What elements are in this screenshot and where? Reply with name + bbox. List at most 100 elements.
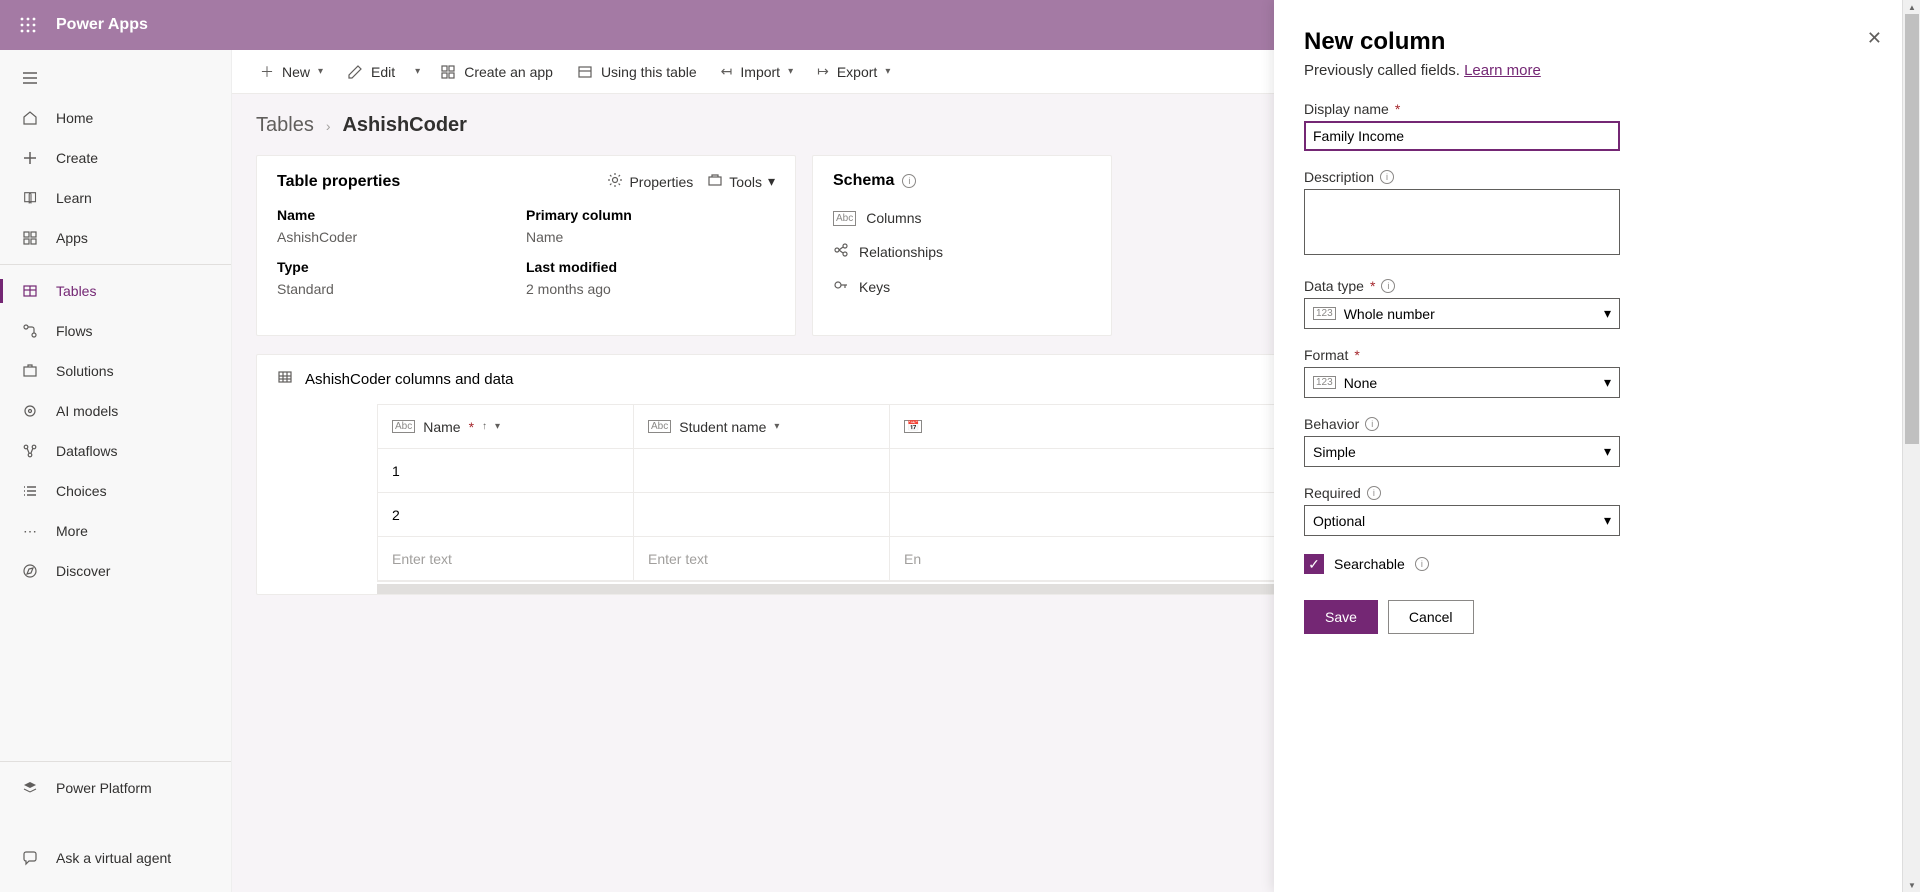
dataflow-icon [20, 443, 40, 459]
required-select[interactable]: Optional▾ [1304, 505, 1620, 536]
sidebar-item-home[interactable]: Home [0, 98, 231, 138]
chevron-down-icon: ▾ [768, 173, 775, 190]
sidebar-item-choices[interactable]: Choices [0, 471, 231, 511]
properties-link[interactable]: Properties [607, 172, 693, 191]
sidebar-item-tables[interactable]: Tables [0, 271, 231, 311]
abc-icon: Abc [392, 420, 415, 433]
table-cell-new[interactable]: Enter text [378, 537, 634, 581]
info-icon[interactable]: i [1415, 557, 1429, 571]
table-cell[interactable]: 2 [378, 493, 634, 537]
cmd-new[interactable]: ＋New▾ [250, 56, 333, 88]
behavior-select[interactable]: Simple▾ [1304, 436, 1620, 467]
cmd-import[interactable]: ↤Import▾ [711, 57, 803, 86]
cancel-button[interactable]: Cancel [1388, 600, 1474, 634]
sidebar-item-create[interactable]: Create [0, 138, 231, 178]
card-title: AshishCoder columns and data [305, 371, 513, 388]
info-icon[interactable]: i [1367, 486, 1381, 500]
description-input[interactable] [1304, 189, 1620, 255]
chevron-down-icon: ▾ [774, 421, 779, 432]
breadcrumb-root[interactable]: Tables [256, 114, 314, 137]
platform-icon [20, 780, 40, 796]
description-label: Descriptioni [1304, 169, 1620, 185]
schema-columns[interactable]: AbcColumns [833, 202, 1091, 234]
primary-column-value: Name [526, 229, 775, 245]
app-launcher-icon[interactable] [10, 7, 46, 43]
display-name-input[interactable] [1304, 121, 1620, 151]
schema-keys[interactable]: Keys [833, 269, 1091, 304]
panel-subtitle: Previously called fields. Learn more [1304, 62, 1872, 79]
plus-icon: ＋ [260, 62, 274, 82]
table-cell[interactable] [634, 449, 890, 493]
scrollbar-thumb[interactable] [1905, 14, 1919, 444]
sidebar-item-ask-agent[interactable]: Ask a virtual agent [0, 838, 231, 878]
sidebar-item-discover[interactable]: Discover [0, 551, 231, 591]
relationship-icon [833, 242, 849, 261]
display-name-label: Display name* [1304, 101, 1620, 117]
column-header-student-name[interactable]: AbcStudent name▾ [634, 405, 890, 449]
cmd-using-table[interactable]: Using this table [567, 58, 707, 86]
grid-icon [440, 64, 456, 80]
sidebar-item-ai-models[interactable]: AI models [0, 391, 231, 431]
sidebar-item-learn[interactable]: Learn [0, 178, 231, 218]
cmd-edit[interactable]: Edit [337, 58, 405, 86]
chevron-down-icon: ▾ [495, 421, 500, 432]
info-icon[interactable]: i [902, 174, 916, 188]
info-icon[interactable]: i [1381, 279, 1395, 293]
scroll-down-icon[interactable]: ▼ [1903, 878, 1920, 892]
abc-icon: Abc [648, 420, 671, 433]
sidebar-hamburger[interactable] [0, 58, 231, 98]
last-modified-label: Last modified [526, 259, 775, 275]
export-icon: ↦ [817, 63, 829, 80]
chevron-down-icon[interactable]: ▾ [409, 60, 426, 83]
sidebar-item-flows[interactable]: Flows [0, 311, 231, 351]
table-cell-new[interactable]: Enter text [634, 537, 890, 581]
breadcrumb-current: AshishCoder [342, 114, 466, 137]
date-icon: 📅 [904, 420, 922, 433]
learn-more-link[interactable]: Learn more [1464, 62, 1541, 79]
table-icon [577, 64, 593, 80]
page-scrollbar[interactable]: ▲ ▼ [1902, 0, 1920, 892]
cmd-export[interactable]: ↦Export▾ [807, 57, 900, 86]
name-value: AshishCoder [277, 229, 526, 245]
close-button[interactable]: ✕ [1867, 28, 1882, 49]
chat-icon [20, 850, 40, 866]
chevron-down-icon: ▾ [1604, 443, 1611, 460]
home-icon [20, 110, 40, 126]
info-icon[interactable]: i [1365, 417, 1379, 431]
sidebar-item-more[interactable]: ⋯More [0, 511, 231, 551]
number-icon: 123 [1313, 307, 1336, 320]
sidebar-item-apps[interactable]: Apps [0, 218, 231, 258]
list-icon [20, 483, 40, 499]
info-icon[interactable]: i [1380, 170, 1394, 184]
save-button[interactable]: Save [1304, 600, 1378, 634]
pencil-icon [347, 64, 363, 80]
abc-icon: Abc [833, 211, 856, 226]
scroll-up-icon[interactable]: ▲ [1903, 0, 1920, 14]
searchable-checkbox[interactable]: ✓ [1304, 554, 1324, 574]
apps-icon [20, 230, 40, 246]
sidebar-item-solutions[interactable]: Solutions [0, 351, 231, 391]
chevron-right-icon: › [326, 118, 331, 134]
cmd-create-app[interactable]: Create an app [430, 58, 563, 86]
app-brand: Power Apps [56, 16, 148, 34]
sidebar-item-dataflows[interactable]: Dataflows [0, 431, 231, 471]
table-cell[interactable] [634, 493, 890, 537]
schema-relationships[interactable]: Relationships [833, 234, 1091, 269]
type-label: Type [277, 259, 526, 275]
chevron-down-icon: ▾ [318, 66, 323, 77]
new-column-panel: ✕ New column Previously called fields. L… [1274, 0, 1902, 892]
data-type-select[interactable]: 123Whole number▾ [1304, 298, 1620, 329]
gear-icon [607, 172, 623, 191]
table-properties-card: Table properties Properties Tools▾ Name … [256, 155, 796, 336]
tools-link[interactable]: Tools▾ [707, 172, 775, 191]
hamburger-icon [20, 70, 40, 86]
column-header-name[interactable]: AbcName*↑▾ [378, 405, 634, 449]
sidebar-item-power-platform[interactable]: Power Platform [0, 768, 231, 808]
plus-icon [20, 150, 40, 166]
format-select[interactable]: 123None▾ [1304, 367, 1620, 398]
card-title: Table properties [277, 173, 400, 191]
book-icon [20, 190, 40, 206]
table-icon [277, 369, 293, 390]
table-cell[interactable]: 1 [378, 449, 634, 493]
sidebar: Home Create Learn Apps Tables Flows Solu… [0, 50, 232, 892]
